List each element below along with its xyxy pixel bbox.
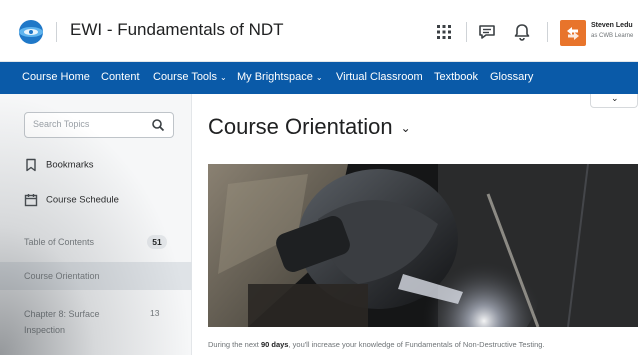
sidebar-item-label: Bookmarks xyxy=(46,159,94,171)
chevron-down-icon: ⌄ xyxy=(220,73,227,82)
nav-glossary[interactable]: Glossary xyxy=(490,71,533,83)
toc-item-label: Course Orientation xyxy=(24,271,100,281)
toc-item-chapter-8[interactable]: Chapter 8: Surface Inspection xyxy=(24,306,134,338)
nav-my-brightspace[interactable]: My Brightspace ⌄ xyxy=(237,71,323,83)
course-navbar: Course Home Content Course Tools ⌄ My Bri… xyxy=(0,62,638,94)
intro-text-part: During the next xyxy=(208,340,261,349)
course-title[interactable]: EWI - Fundamentals of NDT xyxy=(70,20,284,40)
intro-text-emphasis: 90 days xyxy=(260,340,289,349)
sidebar-item-bookmarks[interactable]: Bookmarks xyxy=(24,158,94,172)
intro-text-part: , you'll increase your knowledge of Fund… xyxy=(288,340,545,349)
top-header: EWI - Fundamentals of NDT Steven Ledu as… xyxy=(0,0,638,62)
nav-virtual-classroom[interactable]: Virtual Classroom xyxy=(336,71,423,83)
table-of-contents-heading[interactable]: Table of Contents xyxy=(24,237,94,247)
page-title-text: Course Orientation xyxy=(208,114,393,139)
hero-image-welder xyxy=(208,164,638,327)
bell-icon[interactable] xyxy=(512,22,532,42)
nav-content[interactable]: Content xyxy=(101,71,140,83)
refresh-arrows-icon xyxy=(567,27,579,40)
chevron-down-icon: ⌄ xyxy=(315,73,323,82)
chevron-down-icon[interactable]: ⌄ xyxy=(401,121,411,135)
search-icon[interactable] xyxy=(151,118,165,132)
waffle-grid-icon[interactable] xyxy=(434,22,454,42)
toc-item-count: 13 xyxy=(150,308,160,318)
welder-photo xyxy=(208,164,638,327)
user-name[interactable]: Steven Ledu xyxy=(591,22,633,29)
message-alerts-icon[interactable] xyxy=(477,22,497,42)
search-input[interactable]: Search Topics xyxy=(24,112,174,138)
globe-logo-icon[interactable] xyxy=(18,19,44,45)
toc-count-badge: 51 xyxy=(147,235,167,249)
calendar-icon xyxy=(24,194,38,207)
avatar[interactable] xyxy=(560,20,586,46)
sidebar-item-label: Course Schedule xyxy=(46,194,119,206)
header-divider xyxy=(56,22,57,42)
nav-course-tools[interactable]: Course Tools ⌄ xyxy=(153,71,227,83)
nav-course-home[interactable]: Course Home xyxy=(22,71,90,83)
page-title: Course Orientation ⌄ xyxy=(208,114,411,140)
collapse-toggle[interactable]: ⌄ xyxy=(590,93,638,108)
header-divider xyxy=(547,22,548,42)
content-sidebar: Search Topics Bookmarks Course Schedule … xyxy=(0,94,192,355)
nav-textbook[interactable]: Textbook xyxy=(434,71,478,83)
bookmark-icon xyxy=(26,158,36,172)
toc-item-course-orientation[interactable]: Course Orientation xyxy=(0,262,192,290)
header-divider xyxy=(466,22,467,42)
user-role: as CWB Learne xyxy=(591,33,634,39)
chevron-down-icon: ⌄ xyxy=(611,93,619,103)
intro-text: During the next 90 days, you'll increase… xyxy=(208,340,545,349)
search-placeholder: Search Topics xyxy=(33,119,90,129)
sidebar-item-course-schedule[interactable]: Course Schedule xyxy=(24,193,119,207)
